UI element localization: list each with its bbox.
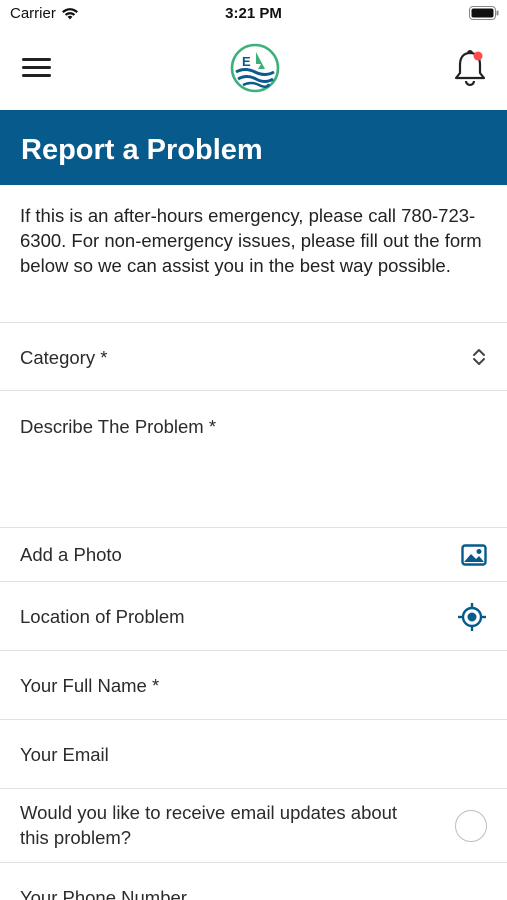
description-field[interactable]: Describe The Problem *: [0, 390, 507, 527]
email-updates-option[interactable]: Would you like to receive email updates …: [0, 788, 507, 862]
chevron-up-down-icon: [473, 349, 485, 365]
intro-text: If this is an after-hours emergency, ple…: [20, 205, 482, 276]
email-field[interactable]: Your Email: [0, 719, 507, 788]
location-label: Location of Problem: [20, 606, 185, 627]
email-label: Your Email: [20, 744, 109, 765]
category-label: Category *: [20, 347, 108, 368]
status-bar: Carrier 3:21 PM: [0, 0, 507, 30]
email-updates-label: Would you like to receive email updates …: [20, 802, 398, 848]
battery-icon: [469, 6, 499, 20]
full-name-label: Your Full Name *: [20, 675, 160, 696]
full-name-field[interactable]: Your Full Name *: [0, 650, 507, 719]
notification-dot: [473, 51, 483, 61]
bell-icon[interactable]: [451, 48, 489, 88]
location-button[interactable]: Location of Problem: [0, 581, 507, 650]
photo-label: Add a Photo: [20, 544, 122, 565]
title-banner: Report a Problem: [0, 110, 507, 185]
app-header: E: [0, 30, 507, 110]
location-target-icon: [458, 603, 486, 631]
description-label: Describe The Problem *: [20, 416, 217, 437]
category-select[interactable]: Category *: [0, 322, 507, 390]
email-updates-checkbox[interactable]: [455, 810, 487, 842]
phone-field[interactable]: Your Phone Number: [0, 862, 507, 900]
svg-text:E: E: [242, 54, 251, 69]
hamburger-menu-icon[interactable]: [22, 52, 58, 82]
photo-icon: [461, 544, 487, 566]
add-photo-button[interactable]: Add a Photo: [0, 527, 507, 581]
status-time: 3:21 PM: [225, 5, 282, 22]
page-title: Report a Problem: [21, 134, 263, 166]
phone-label: Your Phone Number: [20, 887, 187, 900]
eq-logo-icon: E: [230, 43, 280, 93]
